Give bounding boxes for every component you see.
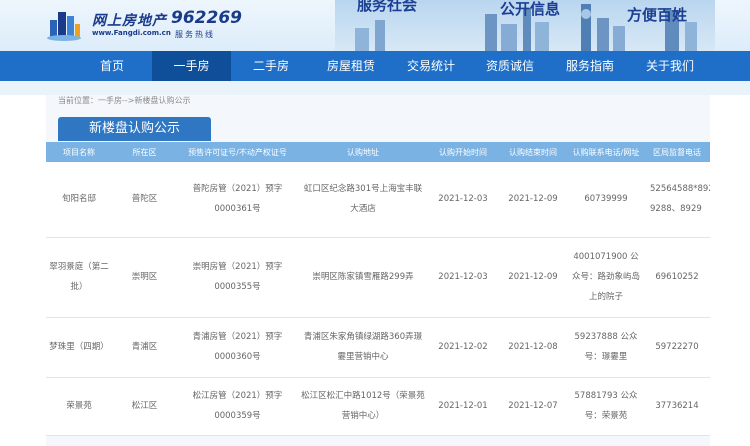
logo-text: 网上房地产 (92, 13, 167, 29)
cell-start-time: 2021-12-02 (428, 317, 498, 378)
nav-second-hand[interactable]: 二手房 (235, 51, 307, 81)
table-row: 梦珠里（四期） 青浦区 青浦房管（2021）预字0000360号 青浦区朱家角镇… (46, 317, 710, 378)
cell-supervision-tel: 69610252 (644, 237, 710, 318)
cell-project-name[interactable]: 荣景苑 (46, 377, 112, 436)
cell-contact: 4001071900 公众号：路劲象屿岛上的院子 (568, 237, 644, 318)
cell-address: 松江区松汇中路1012号（荣景苑营销中心） (298, 377, 428, 436)
cell-permit: 崇明房管（2021）预字0000355号 (177, 237, 298, 318)
hotline-number: 962269 (171, 8, 242, 28)
cell-project-name[interactable]: 翠羽景庭（第二批） (46, 237, 112, 318)
cell-district: 普陀区 (112, 162, 177, 238)
section-title: 新楼盘认购公示 (58, 117, 211, 141)
cell-permit: 普陀房管（2021）预字0000361号 (177, 162, 298, 238)
cell-supervision-tel: 37736214 (644, 377, 710, 436)
cell-address: 青浦区朱家角镇绿湖路360弄璟霎里营销中心 (298, 317, 428, 378)
header-project-name: 项目名称 (46, 142, 112, 162)
cell-address: 崇明区陈家镇雪雁路299弄 (298, 237, 428, 318)
header-banner: 网上房地产 www.Fangdi.com.cn 962269 服务热线 服务社会… (0, 0, 750, 52)
city-skyline-image: 服务社会 公开信息 方便百姓 (335, 0, 715, 52)
breadcrumb: 当前位置：一手房-->新楼盘认购公示 (58, 96, 191, 105)
nav-underline (0, 81, 750, 95)
header-supervision-tel: 区局监督电话 (644, 142, 710, 162)
cell-start-time: 2021-12-03 (428, 237, 498, 318)
cell-end-time: 2021-12-09 (498, 237, 568, 318)
slogan-serve-society: 服务社会 (357, 0, 418, 14)
cell-end-time: 2021-12-07 (498, 377, 568, 436)
main-nav: 首页 一手房 二手房 房屋租赁 交易统计 资质诚信 服务指南 关于我们 (0, 51, 750, 81)
header-end-time: 认购结束时间 (498, 142, 568, 162)
nav-service-guide[interactable]: 服务指南 (551, 51, 629, 81)
cell-end-time: 2021-12-08 (498, 317, 568, 378)
table-row: 旬阳名邸 普陀区 普陀房管（2021）预字0000361号 虹口区纪念路301号… (46, 162, 710, 238)
cell-project-name[interactable]: 梦珠里（四期） (46, 317, 112, 378)
slogan-convenience: 方便百姓 (627, 6, 688, 24)
cell-project-name[interactable]: 旬阳名邸 (46, 162, 112, 238)
cell-supervision-tel: 52564588*8926、9288、8929 (644, 162, 710, 238)
nav-rental[interactable]: 房屋租赁 (313, 51, 389, 81)
table-header-row: 项目名称 所在区 预售许可证号/不动产权证号 认购地址 认购开始时间 认购结束时… (46, 142, 710, 162)
table-row: 荣景苑 松江区 松江房管（2021）预字0000359号 松江区松汇中路1012… (46, 377, 710, 436)
cell-district: 崇明区 (112, 237, 177, 318)
subscription-table: 项目名称 所在区 预售许可证号/不动产权证号 认购地址 认购开始时间 认购结束时… (46, 142, 710, 436)
content-panel: 当前位置：一手房-->新楼盘认购公示 新楼盘认购公示 项目名称 所在区 预售许可… (46, 95, 710, 446)
cell-supervision-tel: 59722270 (644, 317, 710, 378)
cell-district: 青浦区 (112, 317, 177, 378)
nav-new-homes[interactable]: 一手房 (152, 51, 231, 81)
cell-address: 虹口区纪念路301号上海宝丰联大酒店 (298, 162, 428, 238)
nav-home[interactable]: 首页 (76, 51, 148, 81)
site-logo[interactable]: 网上房地产 www.Fangdi.com.cn 962269 服务热线 (38, 4, 242, 44)
cell-district: 松江区 (112, 377, 177, 436)
header-district: 所在区 (112, 142, 177, 162)
table-row: 翠羽景庭（第二批） 崇明区 崇明房管（2021）预字0000355号 崇明区陈家… (46, 237, 710, 318)
nav-about[interactable]: 关于我们 (632, 51, 708, 81)
cell-permit: 青浦房管（2021）预字0000360号 (177, 317, 298, 378)
cell-end-time: 2021-12-09 (498, 162, 568, 238)
header-address: 认购地址 (298, 142, 428, 162)
header-permit: 预售许可证号/不动产权证号 (177, 142, 298, 162)
cell-contact: 59237888 公众号：璟霎里 (568, 317, 644, 378)
nav-credentials[interactable]: 资质诚信 (472, 51, 548, 81)
cell-contact: 57881793 公众号：荣景苑 (568, 377, 644, 436)
hotline-label: 服务热线 (175, 30, 215, 39)
cell-permit: 松江房管（2021）预字0000359号 (177, 377, 298, 436)
building-logo-icon (47, 12, 81, 41)
cell-start-time: 2021-12-03 (428, 162, 498, 238)
cell-start-time: 2021-12-01 (428, 377, 498, 436)
nav-statistics[interactable]: 交易统计 (393, 51, 469, 81)
logo-domain: www.Fangdi.com.cn (92, 29, 171, 37)
cell-contact: 60739999 (568, 162, 644, 238)
header-contact: 认购联系电话/网址 (568, 142, 644, 162)
header-start-time: 认购开始时间 (428, 142, 498, 162)
slogan-public-info: 公开信息 (500, 0, 561, 18)
